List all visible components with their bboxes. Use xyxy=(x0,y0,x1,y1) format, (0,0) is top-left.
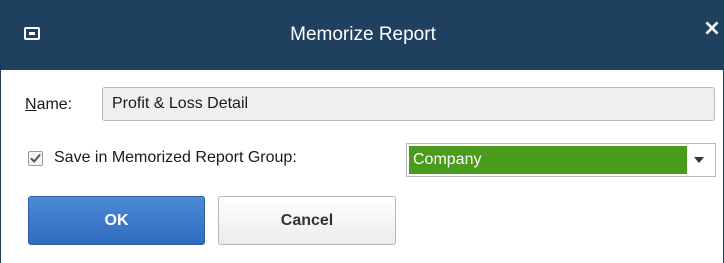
memorize-report-dialog: Memorize Report × Name: Profit & Loss De… xyxy=(0,0,724,263)
checkmark-icon xyxy=(30,154,41,163)
title-bar: Memorize Report × xyxy=(1,0,724,70)
name-label: Name: xyxy=(25,96,72,114)
name-input[interactable]: Profit & Loss Detail xyxy=(102,87,715,121)
close-icon[interactable]: × xyxy=(701,18,723,40)
report-group-dropdown[interactable]: Company xyxy=(406,143,716,177)
cancel-button[interactable]: Cancel xyxy=(218,196,396,245)
chevron-down-icon[interactable] xyxy=(694,157,704,163)
save-in-group-label[interactable]: Save in Memorized Report Group: xyxy=(54,149,297,167)
report-group-selected-value[interactable]: Company xyxy=(409,146,687,174)
name-label-text: ame: xyxy=(36,96,73,113)
save-in-group-checkbox[interactable] xyxy=(28,151,43,166)
name-label-mnemonic: N xyxy=(25,96,37,113)
dialog-title: Memorize Report xyxy=(290,24,436,45)
ok-button[interactable]: OK xyxy=(28,196,205,245)
